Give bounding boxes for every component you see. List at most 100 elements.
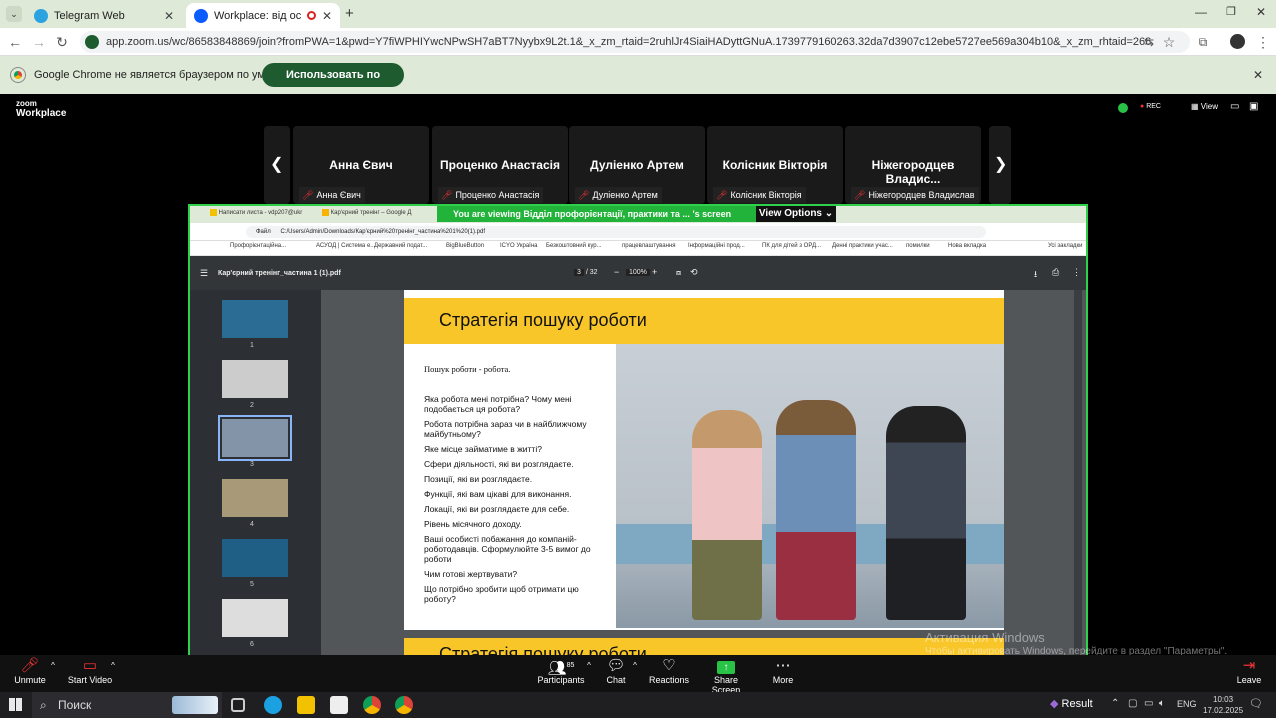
bookmark: АСУОД | Система е... [316,243,376,249]
thumbnail-selected [218,415,292,461]
address-bar[interactable]: app.zoom.us/wc/86583848869/join?fromPWA=… [80,31,1190,53]
close-window-icon[interactable]: ✕ [1256,5,1266,19]
reactions-button[interactable]: ♡ Reactions [648,655,690,692]
rotate-icon: ⟲ [690,267,698,277]
new-tab-button[interactable]: + [345,5,354,22]
participant-tile[interactable]: Анна Євич 🎤︎ Анна Євич [293,126,429,204]
volume-icon[interactable]: 🔈︎ [1159,698,1165,709]
pdf-title: Кар'єрний тренінг_частина 1 (1).pdf [218,270,341,277]
participant-tile[interactable]: Дуліенко Артем 🎤︎ Дуліенко Артем [569,126,705,204]
more-button[interactable]: ⋯ More [766,655,800,692]
task-view-icon[interactable] [231,698,245,712]
minimize-icon[interactable]: — [1195,5,1207,19]
participants-options-icon[interactable]: ^ [584,655,594,692]
url-text: app.zoom.us/wc/86583848869/join?fromPWA=… [106,36,1152,48]
tab-telegram[interactable]: Telegram Web ✕ [26,3,182,28]
edge-icon[interactable] [264,696,282,714]
leave-button[interactable]: ⇥ Leave [1232,655,1266,692]
participant-tile[interactable]: Колісник Вікторія 🎤︎ Колісник Вікторія [707,126,843,204]
chevron-right-icon: ❯ [994,156,1008,173]
bullet: Локації, які ви розглядаєте для себе. [424,504,570,514]
network-icon[interactable]: ▭ [1144,698,1153,709]
chevron-up-icon[interactable]: ⌃ [1111,698,1119,709]
bookmark: Денні практики учас... [832,243,893,249]
view-options-button[interactable]: View Options ⌄ [756,206,836,222]
thumbnail [222,599,288,637]
person-left [692,410,762,620]
bookmark: Усі закладки [1048,243,1083,249]
scrollbar [1074,290,1082,658]
slide: Стратегія пошуку роботи Пошук роботи - р… [404,290,1004,630]
shared-tab: Кар'єрний тренінг – Google Д [322,209,418,222]
participant-label-text: Колісник Вікторія [730,190,802,200]
bookmark: BigBlueButton [446,243,485,249]
clock[interactable]: 10:03 17.02.2025 [1203,694,1243,716]
menu-dots-icon[interactable]: ⋮ [1254,33,1272,51]
bookmark-star-icon[interactable]: ☆ [1160,33,1178,51]
unmute-button[interactable]: 🎤︎ Unmute [10,655,50,692]
site-info-icon[interactable] [85,35,99,49]
mic-muted-icon: 🎤︎ [20,657,40,674]
bookmark: Державний подат... [374,243,428,249]
mic-muted-icon: 🎤︎ [441,190,453,200]
participant-name: Ніжегородцев Владис... [871,158,955,186]
chevron-left-icon: ❮ [270,156,284,173]
prev-page-button[interactable]: ❮ [264,126,290,204]
participant-tile[interactable]: Ніжегородцев Владис... 🎤︎ Ніжегородцев Вл… [845,126,981,204]
forward-icon[interactable]: → [30,33,48,51]
shared-bookmarks-bar: Профорієнтаційна... АСУОД | Система е...… [190,241,1086,256]
windows-start-icon[interactable] [9,698,22,711]
file-label: Файл [256,229,271,235]
chrome-taskbar-icon[interactable] [363,696,381,714]
close-icon[interactable]: ✕ [322,9,332,23]
reload-icon[interactable]: ↻ [53,33,71,51]
translate-icon[interactable]: ⇆ [1140,33,1158,51]
share-screen-button[interactable]: ↑ Share Screen [700,655,752,695]
profile-avatar[interactable] [1230,34,1245,49]
thumbnail-number: 2 [250,402,254,409]
close-infobar-icon[interactable]: ✕ [1253,68,1263,82]
tray-icon[interactable]: ▢ [1128,698,1137,709]
rec-label: REC [1146,103,1161,110]
view-button[interactable]: ▦ View [1191,102,1218,111]
bookmark: Нова вкладка [948,243,987,249]
mic-muted-icon: 🎤︎ [302,190,314,200]
back-icon[interactable]: ← [6,33,24,51]
tab-workplace[interactable]: Workplace: від освіти до к ✕ [186,3,340,28]
bookmark: Безкоштовний кур... [546,243,602,249]
thumbnail [222,360,288,398]
chrome-taskbar-icon-2[interactable] [395,696,413,714]
shield-icon[interactable] [1118,103,1128,113]
set-default-button[interactable]: Использовать по умолчанию [262,63,404,105]
file-explorer-icon[interactable] [297,696,315,714]
extensions-icon[interactable]: ⧉ [1194,33,1212,51]
close-icon[interactable]: ✕ [164,9,174,23]
download-icon: ⭳ [1034,269,1038,279]
tab-label: Telegram Web [54,9,125,22]
slide-photo [616,344,1004,628]
rec-indicator[interactable]: ● REC [1140,103,1161,110]
more-label: More [772,675,794,685]
chat-button[interactable]: 💬︎ Chat [600,655,632,692]
bullet: Яке місце займатиме в житті? [424,444,542,454]
bullet: Функції, які вам цікаві для виконання. [424,489,572,499]
language-indicator[interactable]: ENG [1177,699,1197,709]
store-icon[interactable] [330,696,348,714]
slides-icon [322,209,329,216]
video-options-icon[interactable]: ^ [108,655,118,692]
notification-icon[interactable]: 🗨︎ [1249,697,1263,710]
next-page-button[interactable]: ❯ [989,126,1011,204]
maximize-icon[interactable]: ❐ [1226,5,1236,18]
participant-tile[interactable]: Проценко Анастасія 🎤︎ Проценко Анастасія [432,126,568,204]
fullscreen-icon[interactable]: ▣ [1249,101,1258,112]
tab-search-icon[interactable]: ⌄ [6,6,22,22]
taskbar-search-input[interactable]: ⌕ Поиск [32,692,222,718]
chat-options-icon[interactable]: ^ [630,655,640,692]
audio-options-icon[interactable]: ^ [48,655,58,692]
layout-icon[interactable]: ▭ [1230,101,1239,112]
thumbnail-number: 4 [250,521,254,528]
viewing-banner: You are viewing Відділ профорієнтації, п… [437,206,757,222]
participants-button[interactable]: 👥︎85 Participants [536,655,586,692]
shared-screen[interactable]: Написати листа - vdp207@ukr Кар'єрний тр… [188,204,1088,660]
result-widget[interactable]: ◆ Result [1050,697,1093,710]
